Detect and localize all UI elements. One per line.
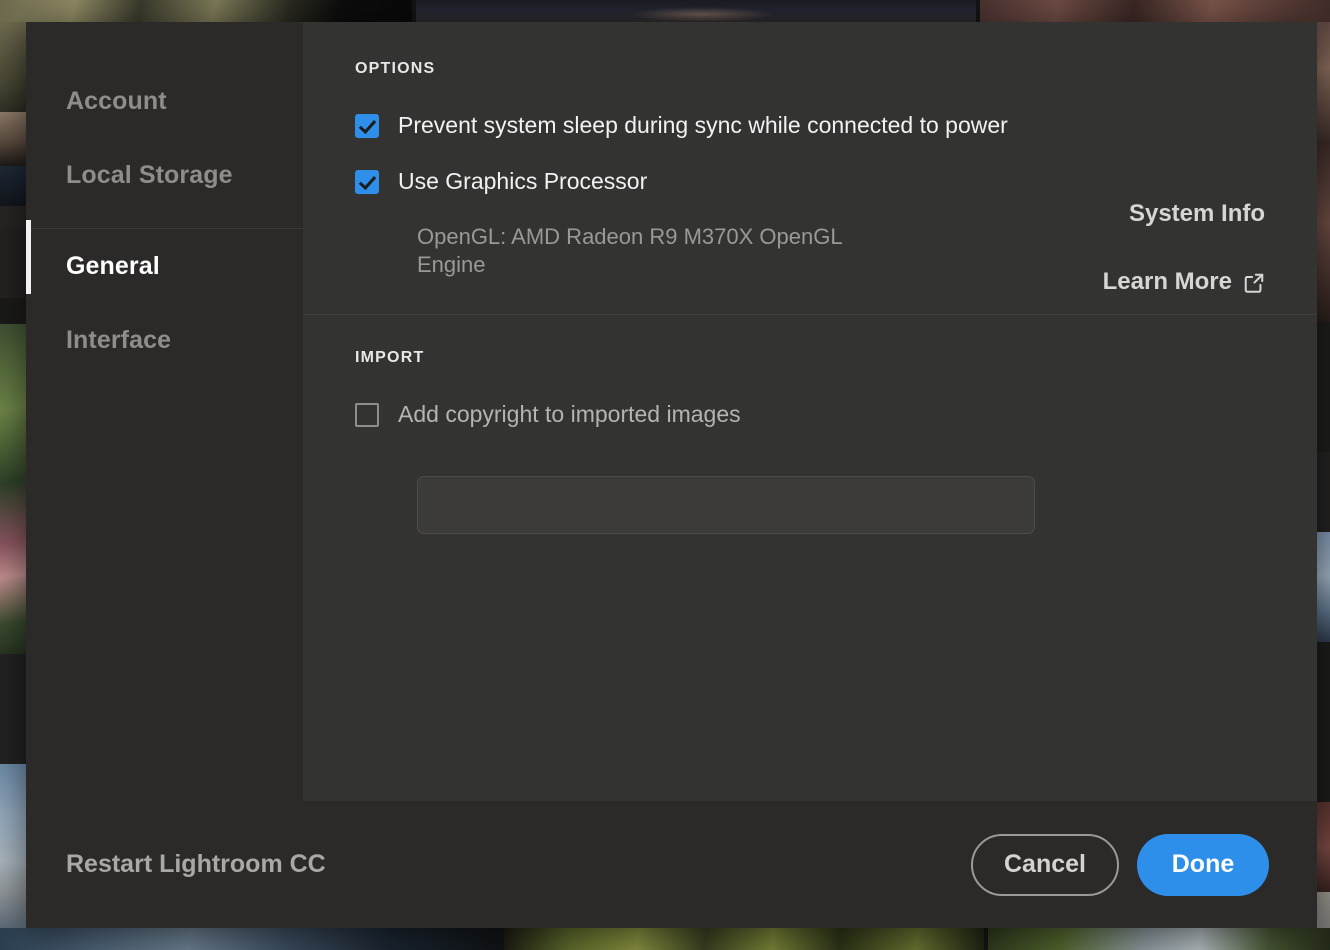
cancel-button[interactable]: Cancel (971, 833, 1119, 896)
external-link-icon (1243, 272, 1265, 294)
sidebar-item-account[interactable]: Account (26, 64, 303, 138)
import-section-title: IMPORT (355, 348, 425, 366)
background-photo-thumbnail (0, 928, 500, 950)
background-photo-thumbnail (416, 0, 976, 22)
learn-more-link[interactable]: Learn More (965, 268, 1265, 296)
import-section: IMPORT Add copyright to imported images (303, 315, 1317, 802)
options-section-title: OPTIONS (355, 60, 436, 77)
system-info-button[interactable]: System Info (965, 200, 1265, 228)
sidebar-item-local-storage[interactable]: Local Storage (26, 138, 303, 212)
sidebar-item-label: Local Storage (66, 160, 233, 189)
background-photo-thumbnail (0, 0, 412, 22)
restart-lightroom-button[interactable]: Restart Lightroom CC (66, 850, 326, 879)
done-button[interactable]: Done (1137, 833, 1269, 896)
gpu-info-text: OpenGL: AMD Radeon R9 M370X OpenGL Engin… (417, 224, 842, 278)
add-copyright-checkbox[interactable] (355, 402, 379, 427)
sidebar-item-general[interactable]: General (26, 229, 303, 303)
learn-more-label: Learn More (1102, 268, 1232, 295)
use-graphics-processor-checkbox[interactable] (355, 169, 379, 194)
sidebar-item-interface[interactable]: Interface (26, 303, 303, 377)
background-photo-thumbnail (0, 112, 26, 166)
background-photo-thumbnail (0, 298, 26, 324)
footer-button-group: Cancel Done (971, 833, 1269, 896)
background-photo-thumbnail (0, 22, 26, 112)
background-photo-thumbnail (0, 324, 26, 654)
sidebar-item-label: Interface (66, 325, 172, 354)
prevent-sleep-option-row: Prevent system sleep during sync while c… (355, 112, 1265, 140)
use-graphics-processor-label: Use Graphics Processor (398, 167, 648, 194)
background-photo-thumbnail (504, 928, 984, 950)
preferences-dialog: Account Local Storage General Interface … (26, 22, 1317, 928)
prevent-sleep-label: Prevent system sleep during sync while c… (398, 112, 1008, 138)
background-photo-thumbnail (0, 166, 26, 206)
options-links-column: System Info Learn More (965, 200, 1265, 296)
use-graphics-processor-option-row: Use Graphics Processor (355, 168, 1265, 196)
background-photo-thumbnail (0, 228, 26, 298)
prevent-sleep-checkbox[interactable] (355, 114, 379, 138)
add-copyright-option-row: Add copyright to imported images (355, 401, 1265, 429)
copyright-text-input[interactable] (417, 476, 1035, 535)
dialog-body: Account Local Storage General Interface … (26, 22, 1317, 801)
background-photo-thumbnail (980, 0, 1330, 22)
background-photo-thumbnail (0, 206, 26, 228)
sidebar-item-label: General (66, 251, 160, 280)
background-photo-thumbnail (0, 654, 26, 764)
add-copyright-label: Add copyright to imported images (398, 400, 741, 427)
dialog-footer: Restart Lightroom CC Cancel Done (26, 801, 1317, 928)
background-photo-thumbnail (988, 928, 1330, 950)
background-photo-thumbnail (0, 764, 26, 950)
sidebar-item-label: Account (66, 86, 167, 115)
preferences-content-panel: OPTIONS Prevent system sleep during sync… (303, 22, 1317, 801)
options-section: OPTIONS Prevent system sleep during sync… (303, 22, 1317, 314)
preferences-sidebar: Account Local Storage General Interface (26, 22, 303, 801)
